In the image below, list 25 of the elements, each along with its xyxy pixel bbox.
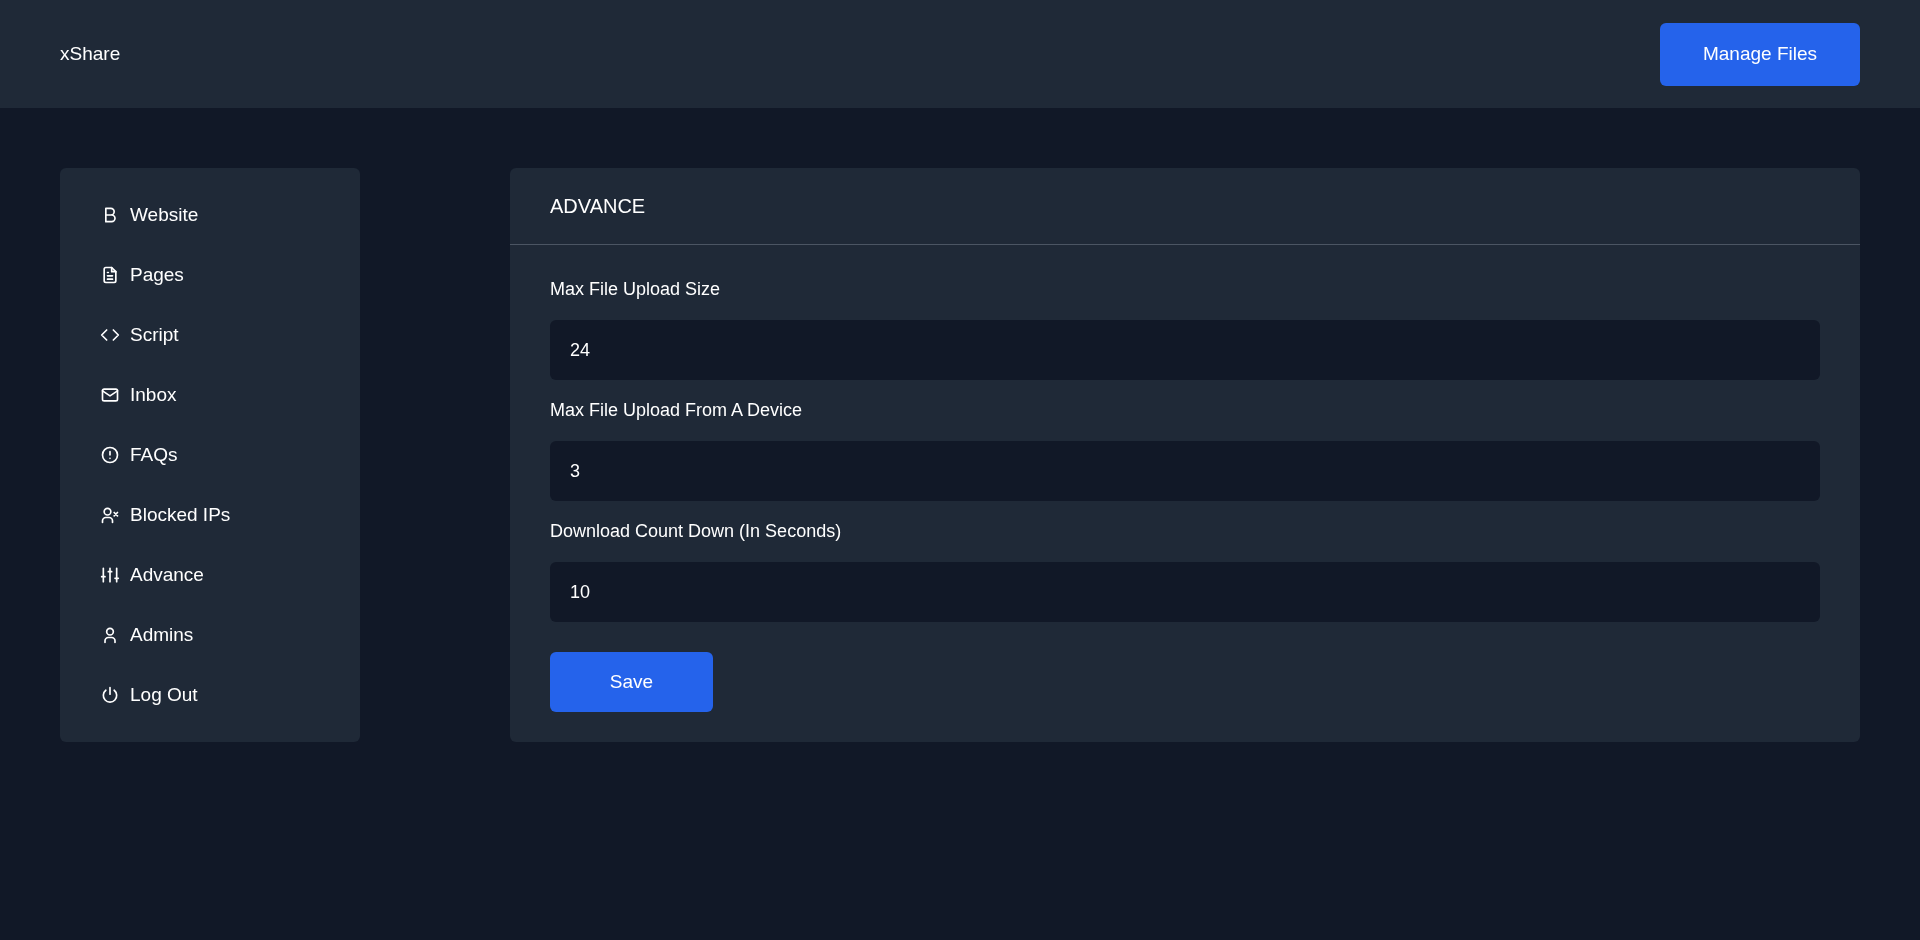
- sliders-icon: [100, 565, 120, 585]
- sidebar-item[interactable]: Pages: [60, 245, 360, 305]
- card-title: ADVANCE: [510, 168, 1860, 245]
- envelope-icon: [100, 385, 120, 405]
- sidebar-item[interactable]: Advance: [60, 545, 360, 605]
- input-field[interactable]: 10: [550, 562, 1820, 622]
- sidebar-item[interactable]: Website: [60, 185, 360, 245]
- exclamation-circle-icon: [100, 445, 120, 465]
- sidebar-item[interactable]: FAQs: [60, 425, 360, 485]
- input-field[interactable]: 24: [550, 320, 1820, 380]
- input-field[interactable]: 3: [550, 441, 1820, 501]
- sidebar-item[interactable]: Blocked IPs: [60, 485, 360, 545]
- field-label: Max File Upload Size: [550, 279, 722, 300]
- sidebar-item[interactable]: Admins: [60, 605, 360, 665]
- sidebar-item[interactable]: Script: [60, 305, 360, 365]
- power-icon: [100, 685, 120, 705]
- sidebar-item[interactable]: Inbox: [60, 365, 360, 425]
- document-icon: [100, 265, 120, 285]
- logo-text[interactable]: xShare: [60, 43, 121, 65]
- manage-files-button[interactable]: Manage Files: [1660, 22, 1860, 86]
- user-x-icon: [100, 505, 120, 525]
- field-label: Download Count Down (In Seconds): [550, 521, 843, 542]
- sidebar-item[interactable]: Log Out: [60, 665, 360, 725]
- save-button[interactable]: Save: [550, 652, 713, 712]
- field-label: Max File Upload From A Device: [550, 400, 804, 421]
